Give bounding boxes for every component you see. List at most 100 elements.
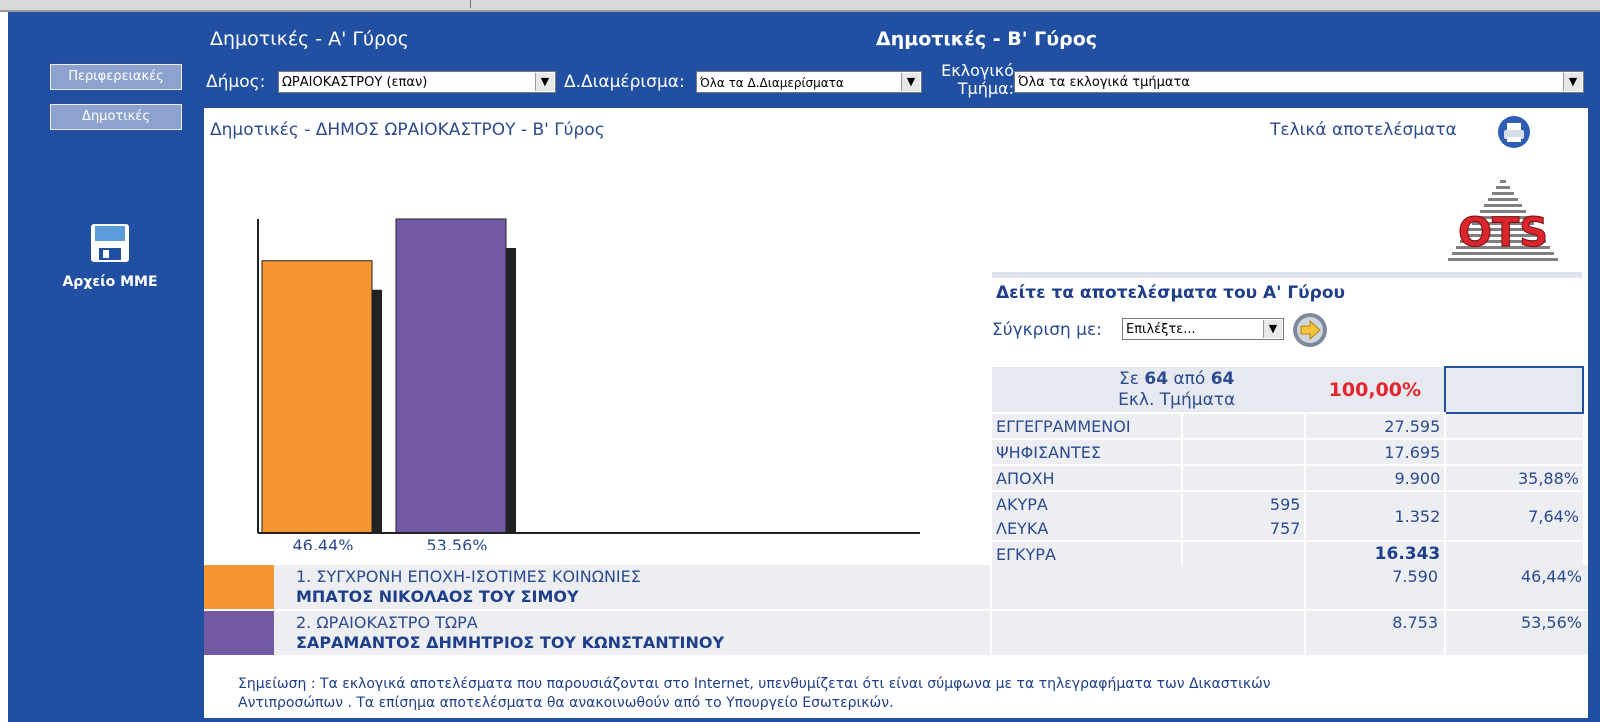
stats-table: Σε 64 από 64 Εκλ. Τμήματα 100,00% ΕΓΓΕΓΡ…	[992, 366, 1584, 568]
section-label-line2: Τμήμα:	[957, 79, 1014, 98]
party-name: 1. ΣΥΓΧΡΟΝΗ ΕΠΟΧΗ-ΙΣΟΤΙΜΕΣ ΚΟΙΝΩΝΙΕΣ ΜΠΑ…	[296, 567, 641, 607]
party-cell-divider	[990, 565, 992, 609]
stats-sub: 757	[1180, 516, 1306, 542]
stats-value: 1.352	[1304, 491, 1446, 542]
compare-select-value: Επιλέξτε...	[1126, 322, 1196, 337]
stats-row-valid: ΕΓΚΥΡΑ 16.343	[992, 541, 1583, 568]
bar-value-label: 46,44%	[292, 536, 353, 550]
page: Περιφερειακές Δημοτικές Αρχείο ΜΜΕ Δημοτ…	[0, 0, 1600, 722]
stats-sub	[1180, 413, 1306, 440]
party-row: 2. ΩΡΑΙΟΚΑΣΤΡΟ ΤΩΡΑ ΣΑΡΑΜΑΝΤΟΣ ΔΗΜΗΤΡΙΟΣ…	[204, 611, 1588, 655]
stats-sub	[1180, 465, 1306, 492]
chevron-down-icon: ▼	[1263, 320, 1282, 338]
ots-logo: OTS	[1448, 180, 1558, 261]
divider-strip	[992, 272, 1582, 278]
stats-label: ΕΓΚΥΡΑ	[992, 541, 1182, 568]
municipality-select-value: ΩΡΑΙΟΚΑΣΤΡΟΥ (επαν)	[282, 75, 428, 90]
stats-label: ΛΕΥΚΑ	[992, 516, 1182, 542]
section-label-line1: Εκλογικό	[941, 61, 1014, 80]
disclaimer-note: Σημείωση : Τα εκλογικά αποτελέσματα που …	[238, 675, 1558, 713]
party-candidate-name: ΜΠΑΤΟΣ ΝΙΚΟΛΑΟΣ ΤΟΥ ΣΙΜΟΥ	[296, 587, 579, 606]
stats-pct	[1444, 439, 1583, 466]
disclaimer-line1: Σημείωση : Τα εκλογικά αποτελέσματα που …	[238, 676, 1271, 692]
section-select[interactable]: Όλα τα εκλογικά τμήματα ▼	[1014, 71, 1584, 93]
stats-label: ΨΗΦΙΣΑΝΤΕΣ	[992, 439, 1182, 466]
party-percent: 46,44%	[1444, 565, 1588, 609]
logo-text: OTS	[1458, 210, 1548, 256]
sections-label: Εκλ. Τμήματα	[1118, 389, 1236, 410]
stats-sub	[1180, 541, 1306, 568]
compare-select[interactable]: Επιλέξτε... ▼	[1122, 318, 1284, 340]
party-color-swatch	[204, 565, 274, 609]
party-list-name: 2. ΩΡΑΙΟΚΑΣΤΡΟ ΤΩΡΑ	[296, 613, 478, 632]
stats-pct: 7,64%	[1444, 491, 1583, 542]
party-percent: 53,56%	[1444, 611, 1588, 655]
stats-value: 17.695	[1304, 439, 1446, 466]
bar-chart-svg: 46,44% 53,56%	[257, 218, 920, 555]
stats-row-registered: ΕΓΓΕΓΡΑΜΜΕΝΟΙ 27.595	[992, 413, 1583, 440]
chevron-down-icon: ▼	[901, 73, 920, 91]
party-name: 2. ΩΡΑΙΟΚΑΣΤΡΟ ΤΩΡΑ ΣΑΡΑΜΑΝΤΟΣ ΔΗΜΗΤΡΙΟΣ…	[296, 613, 724, 653]
district-select[interactable]: Όλα τα Δ.Διαμερίσματα ▼	[696, 71, 922, 93]
bar-value-label: 53,56%	[426, 536, 487, 550]
header-bar: Δημοτικές - Α' Γύρος Δημοτικές - Β' Γύρο…	[204, 12, 1588, 108]
bottom-border	[204, 718, 1588, 722]
district-select-value: Όλα τα Δ.Διαμερίσματα	[700, 76, 844, 90]
bar	[395, 218, 507, 534]
stats-sub: 595	[1180, 491, 1306, 516]
party-list-name: 1. ΣΥΓΧΡΟΝΗ ΕΠΟΧΗ-ΙΣΟΤΙΜΕΣ ΚΟΙΝΩΝΙΕΣ	[296, 567, 641, 586]
party-candidate-name: ΣΑΡΑΜΑΝΤΟΣ ΔΗΜΗΤΡΙΟΣ ΤΟΥ ΚΩΝΣΤΑΝΤΙΝΟΥ	[296, 633, 725, 652]
party-cell-divider	[990, 611, 992, 655]
stats-value: 9.900	[1304, 465, 1446, 492]
stats-sub	[1180, 439, 1306, 466]
right-border	[1588, 12, 1600, 722]
disclaimer-line2: Αντιπροσώπων . Τα επίσημα αποτελέσματα θ…	[238, 695, 894, 711]
stats-pct	[1444, 413, 1583, 440]
municipality-select[interactable]: ΩΡΑΙΟΚΑΣΤΡΟΥ (επαν) ▼	[278, 71, 556, 93]
print-icon[interactable]	[1497, 115, 1531, 149]
stats-label: ΑΚΥΡΑ	[992, 491, 1182, 516]
party-votes: 7.590	[1304, 565, 1444, 609]
floppy-disk-icon	[91, 224, 129, 262]
sections-of-word: από	[1173, 368, 1206, 389]
tab-round-b[interactable]: Δημοτικές - Β' Γύρος	[876, 28, 1097, 50]
sections-counted-value: 64	[1144, 368, 1169, 389]
strip-tick	[470, 0, 471, 8]
media-archive-link[interactable]: Αρχείο ΜΜΕ	[50, 222, 170, 290]
page-title: Δημοτικές - ΔΗΜΟΣ ΩΡΑΙΟΚΑΣΤΡΟΥ - Β' Γύρο…	[210, 120, 605, 140]
sections-total-value: 64	[1210, 368, 1235, 389]
counted-percent: 100,00%	[1305, 367, 1446, 414]
stats-header-row: Σε 64 από 64 Εκλ. Τμήματα 100,00%	[992, 366, 1584, 414]
stats-row-invalid: ΑΚΥΡΑ 595 1.352 7,64%	[992, 491, 1583, 542]
bar	[261, 260, 373, 534]
stats-row-voted: ΨΗΦΙΣΑΝΤΕΣ 17.695	[992, 439, 1583, 466]
nav-button-regional[interactable]: Περιφερειακές	[49, 63, 183, 91]
stats-label: ΑΠΟΧΗ	[992, 465, 1182, 492]
sidebar: Περιφερειακές Δημοτικές	[8, 12, 204, 722]
nav-button-municipal[interactable]: Δημοτικές	[49, 103, 183, 131]
tab-round-a[interactable]: Δημοτικές - Α' Γύρος	[210, 28, 409, 50]
progress-bar-fill	[1444, 366, 1584, 414]
go-arrow-icon[interactable]	[1292, 312, 1328, 348]
media-archive-label: Αρχείο ΜΜΕ	[62, 274, 158, 290]
stats-label: ΕΓΓΕΓΡΑΜΜΕΝΟΙ	[992, 413, 1182, 440]
district-label: Δ.Διαμέρισμα:	[564, 72, 685, 92]
stats-row-abstention: ΑΠΟΧΗ 9.900 35,88%	[992, 465, 1583, 492]
chevron-down-icon: ▼	[1563, 73, 1582, 91]
municipality-label: Δήμος:	[206, 72, 266, 92]
stats-value: 16.343	[1304, 541, 1446, 568]
party-votes: 8.753	[1304, 611, 1444, 655]
final-results-label: Τελικά αποτελέσματα	[1270, 120, 1457, 140]
party-row: 1. ΣΥΓΧΡΟΝΗ ΕΠΟΧΗ-ΙΣΟΤΙΜΕΣ ΚΟΙΝΩΝΙΕΣ ΜΠΑ…	[204, 565, 1588, 609]
top-strip	[0, 0, 1600, 12]
stats-pct: 35,88%	[1444, 465, 1583, 492]
party-color-swatch	[204, 611, 274, 655]
chevron-down-icon: ▼	[535, 73, 554, 91]
results-bar-chart: 46,44% 53,56%	[250, 205, 950, 555]
section-label: Εκλογικό Τμήμα:	[928, 62, 1014, 98]
round-a-results-link[interactable]: Δείτε τα αποτελέσματα του Α' Γύρου	[996, 283, 1345, 303]
sections-prefix: Σε	[1119, 368, 1139, 389]
sections-counted: Σε 64 από 64 Εκλ. Τμήματα	[992, 367, 1306, 414]
stats-pct	[1444, 541, 1583, 568]
section-select-value: Όλα τα εκλογικά τμήματα	[1018, 75, 1190, 90]
